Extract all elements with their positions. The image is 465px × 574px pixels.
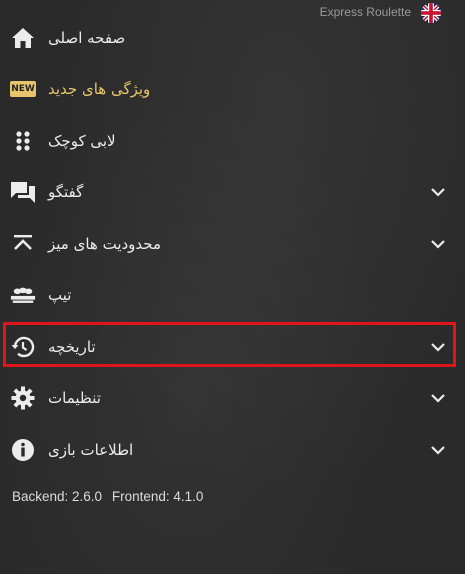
menu-item-label: ویژگی های جدید [48,80,151,99]
menu-item-label: صفحه اصلی [48,28,126,47]
grid-dots-icon [10,128,36,154]
menu-item-label: تیپ [48,286,72,305]
menu-item-history[interactable]: تاریخچه [0,321,465,373]
chevron-down-icon[interactable] [430,236,446,252]
limits-icon [10,231,36,257]
new-badge-icon: NEW [10,76,36,102]
menu-item-game-info[interactable]: اطلاعات بازی [0,424,465,476]
tip-icon [10,282,36,308]
menu-item-chat[interactable]: گفتگو [0,167,465,219]
menu-item-label: محدودیت های میز [48,234,162,253]
info-icon [10,437,36,463]
menu-item-label: لابی کوچک [48,131,116,150]
frontend-version: Frontend: 4.1.0 [111,489,204,504]
menu-item-table-limits[interactable]: محدودیت های میز [0,218,465,270]
chevron-down-icon[interactable] [430,339,446,355]
menu-item-mini-lobby[interactable]: لابی کوچک [0,115,465,167]
menu-item-label: تاریخچه [48,337,96,356]
chevron-down-icon[interactable] [430,184,446,200]
version-info: Backend: 2.6.0 Frontend: 4.1.0 [12,489,209,504]
menu-item-settings[interactable]: تنظیمات [0,373,465,425]
menu-item-label: اطلاعات بازی [48,440,134,459]
home-icon [10,25,36,51]
menu-item-new-features[interactable]: NEW ویژگی های جدید [0,64,465,116]
menu-item-home[interactable]: صفحه اصلی [0,12,465,64]
menu-item-label: تنظیمات [48,389,101,408]
history-icon [10,334,36,360]
chevron-down-icon[interactable] [430,390,446,406]
side-menu: صفحه اصلی NEW ویژگی های جدید لابی کوچک گ… [0,12,465,476]
menu-item-label: گفتگو [48,183,84,202]
gear-icon [10,385,36,411]
chat-icon [10,179,36,205]
backend-version: Backend: 2.6.0 [12,489,103,504]
menu-item-tip[interactable]: تیپ [0,270,465,322]
chevron-down-icon[interactable] [430,442,446,458]
